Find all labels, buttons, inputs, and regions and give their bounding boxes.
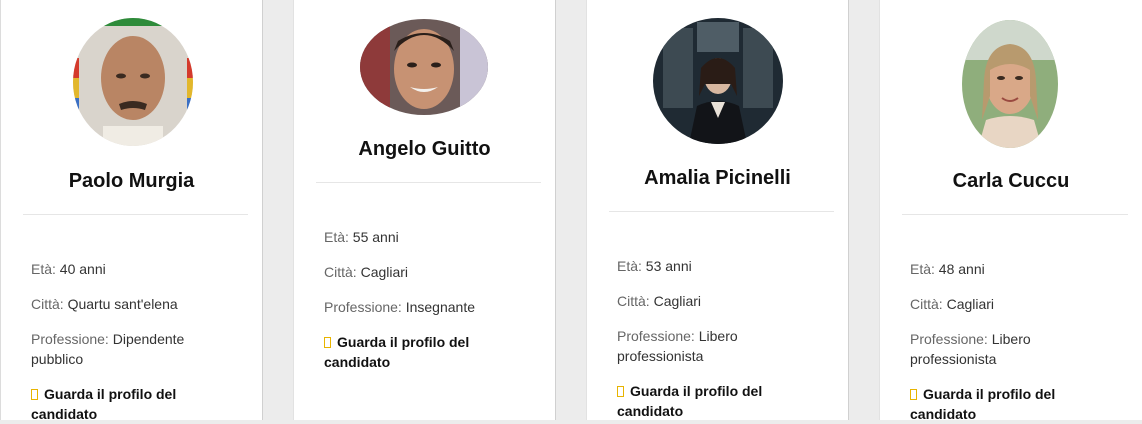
age-label: Età: <box>910 261 939 277</box>
job-row: Professione: Libero professionista <box>910 329 1110 369</box>
view-profile-link-text[interactable]: Guarda il profilo del candidato <box>324 334 469 370</box>
candidate-card-angelo-guitto: Angelo Guitto Età: 55 anni Città: Caglia… <box>293 0 556 420</box>
view-profile-link[interactable]: Guarda il profilo del candidato <box>31 384 231 424</box>
city-row: Città: Cagliari <box>324 262 524 282</box>
divider <box>316 182 541 183</box>
profile-link-icon <box>324 337 331 348</box>
view-profile-link[interactable]: Guarda il profilo del candidato <box>910 384 1110 424</box>
age-value: 48 anni <box>938 261 985 277</box>
city-row: Città: Cagliari <box>617 291 817 311</box>
candidate-card-paolo-murgia: Paolo Murgia Età: 40 anni Città: Quartu … <box>0 0 263 422</box>
city-label: Città: <box>910 296 947 312</box>
age-label: Età: <box>31 261 60 277</box>
job-row: Professione: Libero professionista <box>617 326 817 366</box>
divider <box>609 211 834 212</box>
age-row: Età: 53 anni <box>617 256 817 276</box>
candidate-info: Età: 53 anni Città: Cagliari Professione… <box>617 256 817 381</box>
city-row: Città: Quartu sant'elena <box>31 294 231 314</box>
candidate-info: Età: 40 anni Città: Quartu sant'elena Pr… <box>31 259 231 384</box>
candidate-avatar <box>653 18 783 144</box>
candidate-photo <box>653 18 783 144</box>
divider <box>23 214 248 215</box>
city-row: Città: Cagliari <box>910 294 1110 314</box>
profile-link-icon <box>31 389 38 400</box>
job-label: Professione: <box>324 299 406 315</box>
city-value: Quartu sant'elena <box>67 296 178 312</box>
candidate-info: Età: 48 anni Città: Cagliari Professione… <box>910 259 1110 384</box>
candidate-photo <box>73 18 193 146</box>
profile-link-icon <box>910 389 917 400</box>
candidate-avatar <box>962 20 1058 148</box>
candidate-card-carla-cuccu: Carla Cuccu Età: 48 anni Città: Cagliari… <box>879 0 1142 422</box>
age-value: 55 anni <box>352 229 399 245</box>
view-profile-link-text[interactable]: Guarda il profilo del candidato <box>617 383 762 419</box>
job-value: Insegnante <box>405 299 476 315</box>
age-value: 53 anni <box>645 258 692 274</box>
age-row: Età: 48 anni <box>910 259 1110 279</box>
job-row: Professione: Insegnante <box>324 297 524 317</box>
profile-link-icon <box>617 386 624 397</box>
divider <box>902 214 1128 215</box>
candidate-photo <box>962 20 1058 148</box>
candidate-photo <box>360 19 488 115</box>
city-value: Cagliari <box>360 264 409 280</box>
city-value: Cagliari <box>946 296 995 312</box>
candidate-name: Angelo Guitto <box>358 138 491 160</box>
candidate-avatar <box>73 18 193 146</box>
job-label: Professione: <box>910 331 992 347</box>
candidate-avatar <box>360 19 488 115</box>
job-label: Professione: <box>617 328 699 344</box>
city-value: Cagliari <box>653 293 702 309</box>
view-profile-link-text[interactable]: Guarda il profilo del candidato <box>31 386 176 422</box>
city-label: Città: <box>617 293 654 309</box>
view-profile-link[interactable]: Guarda il profilo del candidato <box>324 332 524 372</box>
age-row: Età: 55 anni <box>324 227 524 247</box>
view-profile-link-text[interactable]: Guarda il profilo del candidato <box>910 386 1055 422</box>
job-label: Professione: <box>31 331 113 347</box>
age-row: Età: 40 anni <box>31 259 231 279</box>
city-label: Città: <box>324 264 361 280</box>
candidate-name: Carla Cuccu <box>952 170 1070 192</box>
city-label: Città: <box>31 296 68 312</box>
age-label: Età: <box>617 258 646 274</box>
age-value: 40 anni <box>59 261 106 277</box>
age-label: Età: <box>324 229 353 245</box>
candidate-info: Età: 55 anni Città: Cagliari Professione… <box>324 227 524 332</box>
candidate-name: Amalia Picinelli <box>644 167 791 189</box>
view-profile-link[interactable]: Guarda il profilo del candidato <box>617 381 817 421</box>
job-row: Professione: Dipendente pubblico <box>31 329 231 369</box>
candidate-name: Paolo Murgia <box>68 170 195 192</box>
candidate-card-amalia-picinelli: Amalia Picinelli Età: 53 anni Città: Cag… <box>586 0 849 420</box>
